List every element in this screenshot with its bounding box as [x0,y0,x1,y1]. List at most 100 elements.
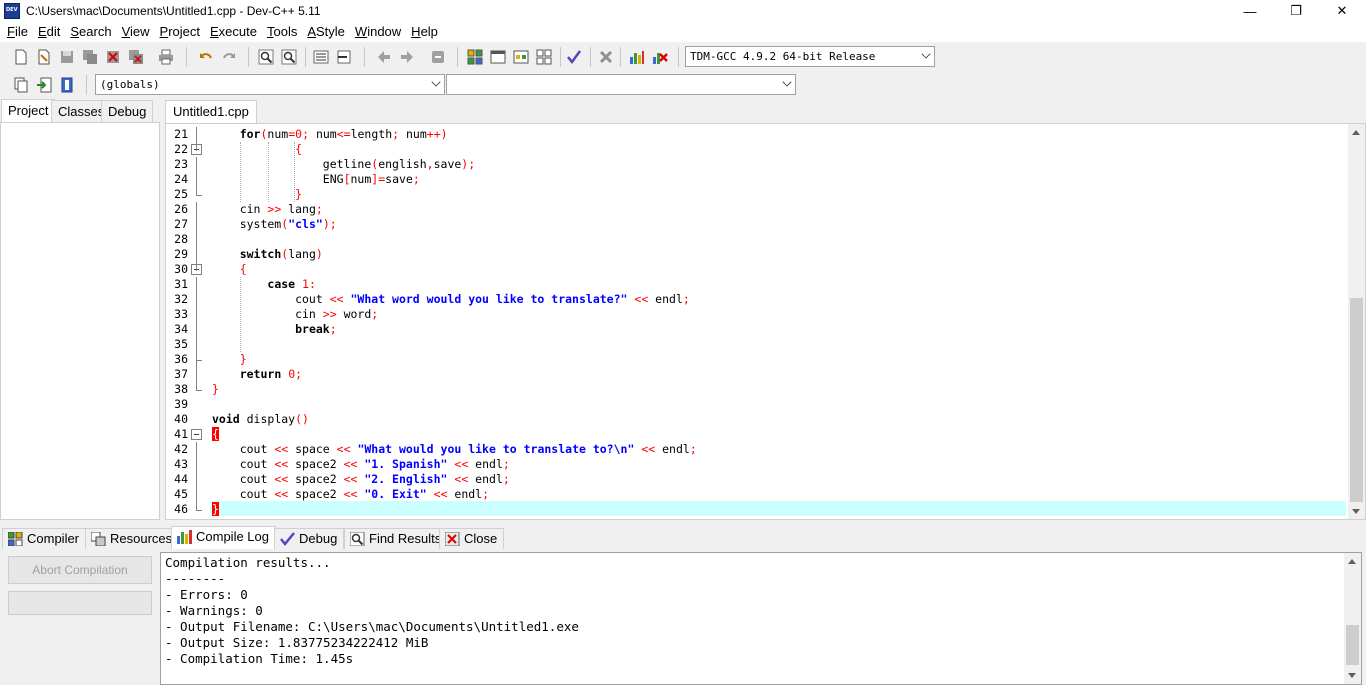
compiler-select[interactable]: TDM-GCC 4.9.2 64-bit Release [685,46,935,67]
stop-execution-button[interactable] [596,47,616,67]
function-select[interactable] [446,74,796,95]
chevron-down-icon [431,77,441,87]
tab-untitled1-cpp[interactable]: Untitled1.cpp [165,100,257,123]
close-file-button[interactable] [103,47,123,67]
code-line[interactable]: cout << space2 << "2. English" << endl; [212,472,510,487]
line-number: 45 [174,487,188,501]
compile-button[interactable] [465,47,485,67]
find-button[interactable] [256,47,276,67]
log-vertical-scrollbar[interactable] [1344,553,1361,684]
close-window-button[interactable]: ✕ [1319,0,1365,22]
scroll-thumb[interactable] [1350,298,1363,502]
tab-debug[interactable]: Debug [101,100,154,122]
code-line[interactable]: } [212,382,219,397]
save-button[interactable] [57,47,77,67]
project-tree[interactable] [0,122,160,520]
bookmark-prev-button[interactable] [374,47,394,67]
fold-line [196,442,197,511]
code-line[interactable]: case 1: [212,277,316,292]
menu-help[interactable]: Help [406,22,443,42]
tab-compiler[interactable]: Compiler [2,528,87,549]
syntax-check-button[interactable] [564,47,584,67]
scroll-thumb[interactable] [1346,625,1359,665]
main-toolbar: TDM-GCC 4.9.2 64-bit Release [0,43,1366,71]
toggle-comment-button[interactable] [428,47,448,67]
undo-icon [200,53,212,59]
code-line[interactable]: { [212,427,219,442]
code-line[interactable]: } [212,187,302,202]
maximize-button[interactable]: ❐ [1273,0,1319,22]
open-button[interactable] [34,47,54,67]
code-line[interactable]: cout << space << "What would you like to… [212,442,697,457]
log-line: - Warnings: 0 [165,603,263,618]
menu-window[interactable]: Window [350,22,406,42]
goto-line-button[interactable] [334,47,354,67]
code-line[interactable]: getline(english,save); [212,157,475,172]
line-number: 29 [174,247,188,261]
save-all-button[interactable] [80,47,100,67]
menu-execute[interactable]: Execute [205,22,262,42]
code-line[interactable]: void display() [212,412,309,427]
tab-find-results[interactable]: Find Results [344,528,449,549]
menu-file[interactable]: File [2,22,33,42]
line-number: 26 [174,202,188,216]
menu-bar: File Edit Search View Project Execute To… [0,22,1366,42]
delete-profile-button[interactable] [650,47,670,67]
undo-button[interactable] [196,47,216,67]
new-file-button[interactable] [11,47,31,67]
menu-search[interactable]: Search [65,22,116,42]
new-project-button[interactable] [11,75,31,95]
code-editor[interactable]: 21 22 23 24 25 26 27 28 29 30 31 32 33 34 35 36 37 38 39 40… [165,123,1366,520]
code-line[interactable]: switch(lang) [212,247,323,262]
run-window-icon [490,50,506,64]
code-line[interactable]: cin >> word; [212,307,378,322]
fold-end-marker [196,390,202,391]
compile-run-button[interactable] [511,47,531,67]
menu-tools[interactable]: Tools [262,22,302,42]
menu-edit[interactable]: Edit [33,22,65,42]
toggle-bookmark-button[interactable] [57,75,77,95]
fold-end-marker [196,510,202,511]
code-line[interactable]: { [212,262,247,277]
tab-close[interactable]: Close [439,528,505,549]
indent-button[interactable] [311,47,331,67]
line-number: 35 [174,337,188,351]
fold-toggle-icon[interactable] [191,429,202,440]
code-line[interactable]: { [212,142,302,157]
close-all-button[interactable] [126,47,146,67]
code-line[interactable]: return 0; [212,367,302,382]
code-line[interactable]: system("cls"); [212,217,337,232]
profile-button[interactable] [627,47,647,67]
line-number: 23 [174,157,188,171]
abort-compilation-button[interactable]: Abort Compilation [8,556,152,584]
replace-button[interactable] [279,47,299,67]
minimize-button[interactable]: — [1227,0,1273,22]
menu-project[interactable]: Project [155,22,205,42]
fold-line [196,202,197,271]
code-line[interactable]: cout << space2 << "0. Exit" << endl; [212,487,489,502]
tab-project[interactable]: Project [1,99,56,122]
code-line[interactable]: cin >> lang; [212,202,323,217]
line-number: 28 [174,232,188,246]
redo-button[interactable] [219,47,239,67]
tab-compile-log[interactable]: Compile Log [171,526,276,549]
menu-astyle[interactable]: AStyle [302,22,350,42]
editor-vertical-scrollbar[interactable] [1348,124,1365,519]
code-line[interactable]: break; [212,322,337,337]
scope-select[interactable]: (globals) [95,74,445,95]
insert-button[interactable] [34,75,54,95]
rebuild-button[interactable] [534,47,554,67]
bookmark-next-button[interactable] [397,47,417,67]
code-line[interactable]: cout << "What word would you like to tra… [212,292,690,307]
code-line[interactable]: cout << space2 << "1. Spanish" << endl; [212,457,510,472]
code-line[interactable]: for(num=0; num<=length; num++) [212,127,448,142]
print-button[interactable] [156,47,176,67]
code-line[interactable]: ENG[num]=save; [212,172,420,187]
compile-log-output[interactable]: Compilation results... -------- - Errors: … [160,552,1362,685]
tab-debug-bottom[interactable]: Debug [274,528,345,549]
tab-resources[interactable]: Resources [85,528,180,549]
menu-view[interactable]: View [117,22,155,42]
code-line[interactable]: } [212,352,247,367]
code-line[interactable]: } [212,502,219,517]
run-button[interactable] [488,47,508,67]
